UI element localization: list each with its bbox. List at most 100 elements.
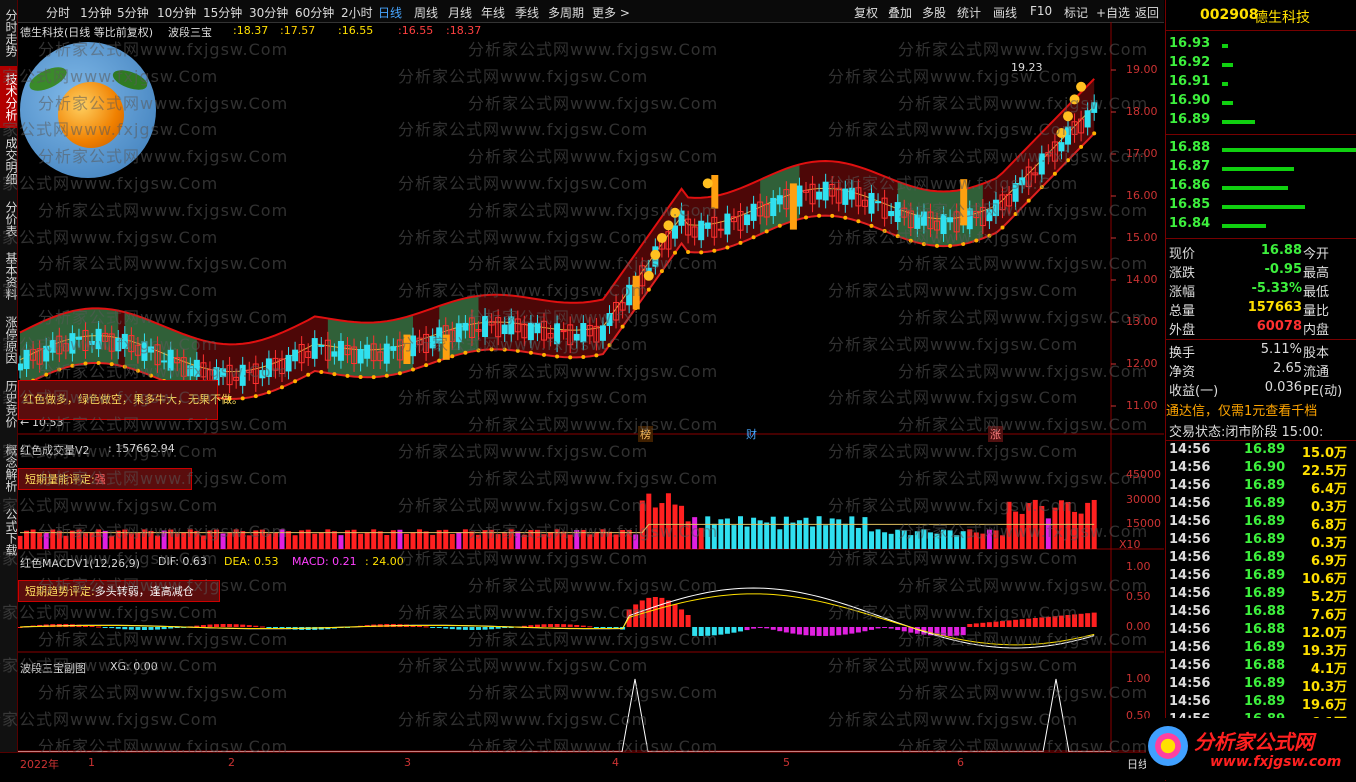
period-tab-12[interactable]: 季线 [515, 4, 539, 21]
tick-price: 16.89 [1244, 532, 1286, 547]
tick-volume: 6.9万 [1310, 554, 1347, 569]
watermark-text: 分析家公式网www.fxjgsw.Com [38, 93, 289, 113]
tick-row: 14:56 16.89 19.3万 [1166, 640, 1356, 659]
ask-price: 16.93 [1169, 36, 1211, 51]
period-tab-6[interactable]: 60分钟 [295, 4, 334, 21]
sidebar-tab-0[interactable]: 分时走势 [0, 2, 18, 64]
toolbar-action-8[interactable]: 返回 [1135, 4, 1159, 21]
macd-y-tick: 0.50 [1126, 590, 1151, 603]
month-label-5: 5 [783, 756, 790, 769]
period-tab-3[interactable]: 10分钟 [157, 4, 196, 21]
bid-row: 16.88 [1166, 140, 1356, 159]
stat-row: 外盘 60078 内盘 [1166, 319, 1356, 338]
watermark-text: 分析家公式网www.fxjgsw.Com [0, 227, 219, 247]
period-toolbar: 分时 1分钟 5分钟 10分钟 15分钟 30分钟 60分钟 2小时 日线 周线 月线 年线 季线 多周期… [0, 0, 1164, 23]
toolbar-action-7[interactable]: +自选 [1096, 4, 1130, 21]
period-tab-4[interactable]: 15分钟 [203, 4, 242, 21]
bid-price: 16.86 [1169, 178, 1211, 193]
month-label-6: 6 [957, 756, 964, 769]
stat-value: -0.95 [1264, 262, 1302, 277]
tick-row: 14:56 16.89 0.3万 [1166, 532, 1356, 551]
period-tab-9[interactable]: 周线 [414, 4, 438, 21]
stat-label-right: 今开 [1303, 247, 1330, 262]
stat-label-right: PE(动) [1303, 384, 1343, 399]
watermark-text: 分析家公式网www.fxjgsw.Com [398, 442, 649, 461]
watermark-text: 分析家公式网www.fxjgsw.Com [398, 656, 649, 676]
y-axis-tick: 14.00 [1126, 273, 1158, 286]
watermark-text: 分析家公式网www.fxjgsw.Com [38, 522, 289, 542]
watermark-text: 分析家公式网www.fxjgsw.Com [898, 200, 1149, 220]
y-axis-tick: 18.00 [1126, 105, 1158, 118]
stat-label: 现价 [1169, 247, 1196, 262]
watermark-text: 分析家公式网www.fxjgsw.Com [828, 549, 1079, 569]
watermark-text: 分析家公式网www.fxjgsw.Com [898, 40, 1149, 59]
watermark-text: 分析家公式网www.fxjgsw.Com [0, 710, 219, 729]
watermark-text: 分析家公式网www.fxjgsw.Com [828, 602, 1079, 622]
stat2-row: 换手 5.11% 股本 [1166, 342, 1356, 361]
stat-label-right: 最高 [1303, 266, 1330, 281]
toolbar-action-4[interactable]: 画线 [993, 4, 1017, 21]
month-label-2: 2 [228, 756, 235, 769]
tick-time: 14:56 [1169, 550, 1211, 565]
trade-status-value: 闭市阶段 15:00: [1225, 425, 1324, 440]
month-label-1: 1 [88, 756, 95, 769]
macd-dea: DEA: 0.53 [224, 555, 279, 568]
tick-time: 14:56 [1169, 604, 1211, 619]
bid-price: 16.84 [1169, 216, 1211, 231]
toolbar-action-6[interactable]: 标记 [1064, 4, 1088, 21]
stat-value: 5.11% [1260, 342, 1302, 357]
bid-volume-bar [1222, 186, 1288, 190]
tick-volume: 12.0万 [1301, 626, 1347, 641]
watermark-text: 分析家公式网www.fxjgsw.Com [468, 576, 719, 595]
volume-y-tick: 45000 [1126, 468, 1161, 482]
watermark-text: 分析家公式网www.fxjgsw.Com [468, 254, 719, 274]
period-tab-0[interactable]: 分时 [46, 4, 70, 21]
year-label: 2022年 [20, 758, 59, 771]
tick-volume: 19.3万 [1301, 644, 1347, 659]
watermark-text: 分析家公式网www.fxjgsw.Com [38, 200, 289, 220]
tick-price: 16.88 [1244, 622, 1286, 637]
period-tab-11[interactable]: 年线 [481, 4, 505, 21]
period-tab-13[interactable]: 多周期 [548, 4, 584, 21]
toolbar-action-1[interactable]: 叠加 [888, 4, 912, 21]
stat-value: 60078 [1256, 319, 1302, 334]
watermark-text: 分析家公式网www.fxjgsw.Com [828, 174, 1079, 193]
tick-volume: 19.6万 [1301, 698, 1347, 713]
tick-time: 14:56 [1169, 658, 1211, 673]
watermark-text: 分析家公式网www.fxjgsw.Com [398, 174, 649, 193]
bid-row: 16.86 [1166, 178, 1356, 197]
event-mark-cai[interactable]: 财 [746, 426, 757, 442]
tick-row: 14:56 16.89 10.3万 [1166, 676, 1356, 695]
tick-row: 14:56 16.89 6.4万 [1166, 478, 1356, 497]
watermark-text: 分析家公式网www.fxjgsw.Com [898, 629, 1149, 649]
stat-label: 收益(一) [1169, 384, 1219, 399]
watermark-text: 分析家公式网www.fxjgsw.Com [898, 468, 1149, 488]
period-tab-5[interactable]: 30分钟 [249, 4, 288, 21]
volume-y-tick: 30000 [1126, 492, 1161, 506]
period-tab-10[interactable]: 月线 [448, 4, 472, 21]
stat-row: 现价 16.88 今开 [1166, 243, 1356, 262]
toolbar-action-2[interactable]: 多股 [922, 4, 946, 21]
watermark-text: 分析家公式网www.fxjgsw.Com [898, 576, 1149, 595]
watermark-text: 分析家公式网www.fxjgsw.Com [0, 602, 219, 622]
chart-area[interactable]: 德生科技(日线 等比前复权) 波段三宝 :18.37 :17.57 :16.55… [0, 22, 1164, 756]
watermark-text: 分析家公式网www.fxjgsw.Com [38, 468, 289, 488]
period-tab-7[interactable]: 2小时 [341, 4, 373, 21]
watermark-text: 分析家公式网www.fxjgsw.Com [38, 147, 289, 167]
period-tab-8[interactable]: 日线 [378, 4, 402, 21]
toolbar-action-5[interactable]: F10 [1030, 4, 1052, 18]
promo-banner[interactable]: 通达信，仅需1元查看千档 [1166, 400, 1356, 420]
ask-volume-bar [1222, 101, 1233, 105]
tick-row: 14:56 16.90 22.5万 [1166, 460, 1356, 479]
period-tab-1[interactable]: 1分钟 [80, 4, 112, 21]
stat-label: 换手 [1169, 346, 1196, 361]
period-tab-14[interactable]: 更多 > [592, 4, 630, 21]
bid-row: 16.84 [1166, 216, 1356, 235]
period-tab-2[interactable]: 5分钟 [117, 4, 149, 21]
tick-volume: 22.5万 [1301, 464, 1347, 479]
watermark-text: 分析家公式网www.fxjgsw.Com [468, 308, 719, 327]
toolbar-action-3[interactable]: 统计 [957, 4, 981, 21]
toolbar-action-0[interactable]: 复权 [854, 4, 878, 21]
watermark-text: 分析家公式网www.fxjgsw.Com [468, 40, 719, 59]
watermark-text: 分析家公式网www.fxjgsw.Com [0, 549, 219, 569]
